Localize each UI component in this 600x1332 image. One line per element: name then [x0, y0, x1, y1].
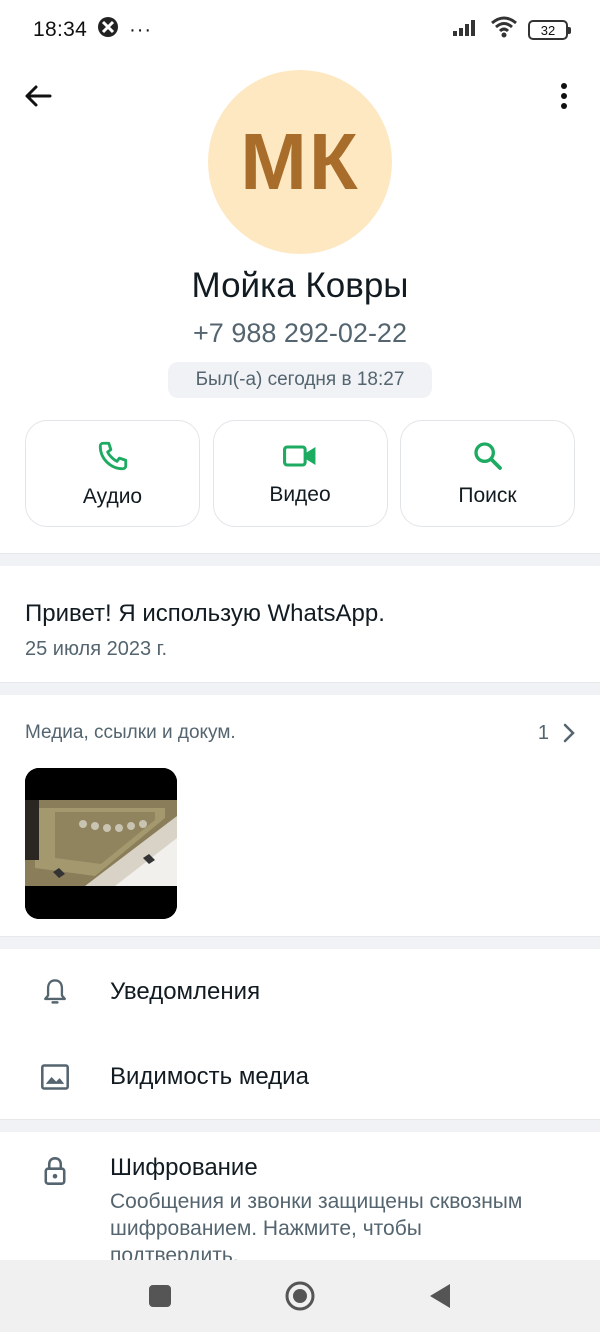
battery-level: 32	[540, 22, 556, 38]
media-count: 1	[537, 721, 549, 744]
contact-name: Мойка Ковры	[191, 266, 409, 305]
about-date: 25 июля 2023 г.	[25, 638, 168, 660]
search-label: Поиск	[458, 483, 517, 507]
status-right: 32	[452, 16, 571, 44]
section-divider	[0, 936, 600, 949]
wifi-icon	[490, 16, 518, 44]
media-count-wrap: 1	[538, 722, 575, 745]
search-icon	[473, 441, 502, 470]
more-options-button[interactable]	[546, 78, 582, 114]
more-vert-icon	[561, 83, 567, 109]
audio-call-button[interactable]: Аудио	[25, 420, 200, 527]
home-button[interactable]	[280, 1276, 320, 1316]
image-icon	[40, 1062, 70, 1092]
media-title: Медиа, ссылки и докум.	[25, 722, 236, 743]
video-icon	[283, 444, 316, 467]
notifications-row[interactable]: Уведомления	[0, 950, 600, 1034]
back-button[interactable]	[20, 78, 56, 114]
carpet-photo-image	[25, 768, 177, 919]
notifications-label: Уведомления	[110, 978, 261, 1005]
section-divider	[0, 682, 600, 695]
contact-phone: +7 988 292-02-22	[193, 318, 407, 348]
square-icon	[149, 1285, 171, 1307]
media-visibility-label: Видимость медиа	[110, 1063, 309, 1090]
video-call-button[interactable]: Видео	[212, 420, 388, 527]
arrow-left-icon	[25, 85, 52, 107]
circle-icon	[285, 1281, 315, 1311]
encryption-title: Шифрование	[110, 1154, 258, 1181]
video-call-label: Видео	[269, 482, 331, 506]
avatar-initials: МК	[240, 117, 360, 206]
encryption-row[interactable]: Шифрование Сообщения и звонки защищены с…	[0, 1150, 600, 1260]
lock-icon	[40, 1156, 70, 1186]
section-divider	[0, 553, 600, 566]
last-seen-badge: Был(-а) сегодня в 18:27	[168, 362, 432, 398]
encryption-description: Сообщения и звонки защищены сквозным шиф…	[110, 1190, 523, 1260]
last-seen-text: Был(-а) сегодня в 18:27	[195, 369, 405, 390]
status-time: 18:34	[33, 18, 88, 41]
contact-actions: Аудио Видео Поиск	[25, 420, 575, 527]
about-text: Привет! Я использую WhatsApp.	[25, 600, 385, 627]
chevron-right-icon	[563, 723, 575, 743]
status-bar: 18:34 ··· 32	[0, 0, 600, 60]
media-visibility-row[interactable]: Видимость медиа	[0, 1035, 600, 1119]
system-navigation-bar	[0, 1260, 600, 1332]
signal-icon	[452, 17, 480, 43]
back-nav-button[interactable]	[420, 1276, 460, 1316]
more-notifications-indicator: ···	[129, 18, 153, 41]
section-divider	[0, 1119, 600, 1132]
media-thumbnail[interactable]	[25, 768, 177, 919]
avatar[interactable]: МК	[208, 70, 392, 254]
app-notification-icon	[97, 16, 119, 44]
status-left: 18:34 ···	[33, 16, 152, 44]
recents-button[interactable]	[140, 1276, 180, 1316]
media-links-docs-row[interactable]: Медиа, ссылки и докум. 1	[25, 718, 575, 748]
search-button[interactable]: Поиск	[400, 420, 575, 527]
battery-icon: 32	[528, 20, 571, 40]
about-section[interactable]: Привет! Я использую WhatsApp. 25 июля 20…	[25, 600, 575, 661]
audio-call-label: Аудио	[82, 484, 143, 508]
triangle-back-icon	[430, 1284, 450, 1308]
bell-icon	[40, 977, 70, 1007]
phone-icon	[98, 441, 127, 470]
